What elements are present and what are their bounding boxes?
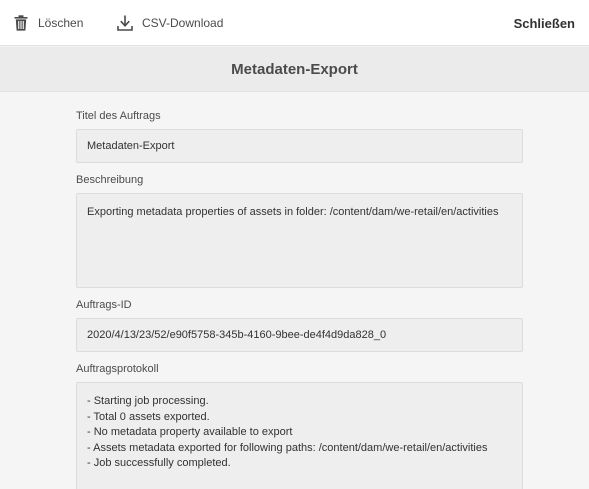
job-title-value: Metadaten-Export xyxy=(87,140,175,152)
job-title-label: Titel des Auftrags xyxy=(76,110,161,122)
page-title-bar: Metadaten-Export xyxy=(0,47,589,92)
log-line: - Total 0 assets exported. xyxy=(87,410,210,423)
page-title: Metadaten-Export xyxy=(231,60,358,78)
delete-button[interactable]: Löschen xyxy=(14,0,83,46)
log-line: - Assets metadata exported for following… xyxy=(87,441,488,454)
description-label: Beschreibung xyxy=(76,174,144,186)
job-id-value: 2020/4/13/23/52/e90f5758-345b-4160-9bee-… xyxy=(87,329,387,341)
delete-label: Löschen xyxy=(38,16,84,30)
job-id-label: Auftrags-ID xyxy=(76,299,132,311)
action-toolbar: Löschen CSV-Download Schließen xyxy=(0,0,589,46)
job-log-field[interactable]: - Starting job processing. - Total 0 ass… xyxy=(76,382,523,489)
description-value: Exporting metadata properties of assets … xyxy=(87,206,499,218)
log-line: - No metadata property available to expo… xyxy=(87,426,293,438)
download-icon xyxy=(117,15,133,31)
job-title-field[interactable]: Metadaten-Export xyxy=(76,129,523,163)
log-line: - Job successfully completed. xyxy=(87,457,231,469)
trash-icon xyxy=(14,15,28,31)
csv-download-label: CSV-Download xyxy=(142,16,224,30)
log-line: - Starting job processing. xyxy=(87,395,209,407)
job-log-label: Auftragsprotokoll xyxy=(76,363,159,375)
description-field[interactable]: Exporting metadata properties of assets … xyxy=(76,193,523,288)
job-id-field[interactable]: 2020/4/13/23/52/e90f5758-345b-4160-9bee-… xyxy=(76,318,523,352)
csv-download-button[interactable]: CSV-Download xyxy=(117,0,223,46)
close-button[interactable]: Schließen xyxy=(514,0,575,46)
